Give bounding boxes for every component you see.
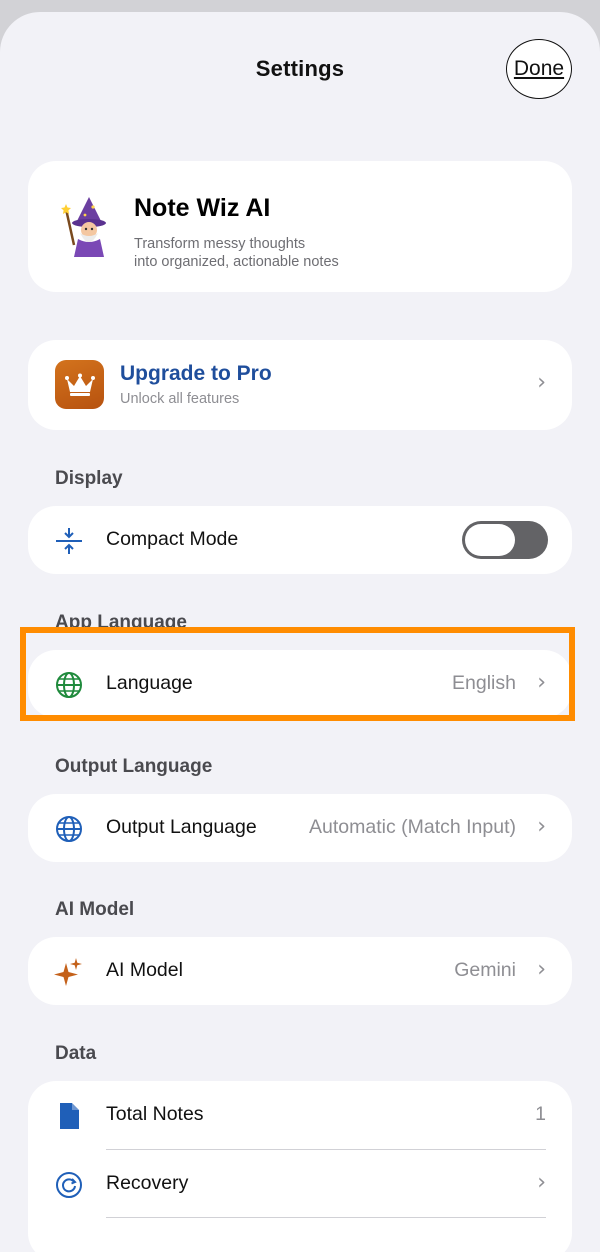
output-language-row[interactable]: Output Language Automatic (Match Input) … [28,794,572,862]
total-notes-row: Total Notes 1 [28,1081,572,1149]
output-language-value: Automatic (Match Input) [309,816,516,838]
language-value: English [452,672,516,694]
app-info-card: Note Wiz AI Transform messy thoughts int… [28,161,572,292]
section-ai-model: AI Model [55,899,135,920]
ai-model-value: Gemini [454,959,516,981]
section-app-language: App Language [55,612,187,633]
output-language-label: Output Language [106,816,257,838]
language-row[interactable]: Language English › [28,650,572,718]
compress-vertical-icon [56,528,82,554]
chevron-right-icon: › [537,957,546,982]
recovery-icon [56,1172,82,1198]
done-button[interactable]: Done [506,39,572,99]
app-name: Note Wiz AI [134,194,271,222]
crown-icon [55,360,104,409]
chevron-right-icon: › [537,814,546,839]
sparkles-icon [54,958,82,986]
compact-mode-toggle[interactable] [462,521,548,559]
total-notes-label: Total Notes [106,1103,204,1125]
upgrade-pro-row[interactable]: Upgrade to Pro Unlock all features › [28,340,572,430]
globe-icon [56,672,82,698]
section-display: Display [55,468,123,489]
data-card: Total Notes 1 Recovery › [28,1081,572,1252]
ai-model-row[interactable]: AI Model Gemini › [28,937,572,1005]
settings-sheet: Settings Done Note Wiz AI Transform mess… [0,12,600,1252]
ai-model-label: AI Model [106,959,183,981]
toggle-knob [465,524,515,556]
recovery-row[interactable]: Recovery › [28,1150,572,1218]
upgrade-subtitle: Unlock all features [120,391,240,407]
compact-mode-label: Compact Mode [106,528,239,550]
section-output-language: Output Language [55,756,213,777]
chevron-right-icon: › [537,1170,546,1195]
wizard-avatar-icon [61,197,106,257]
section-data: Data [55,1043,97,1064]
chevron-right-icon: › [537,670,546,695]
chevron-right-icon: › [537,370,546,395]
globe-icon [56,816,82,842]
recovery-label: Recovery [106,1172,189,1194]
upgrade-title: Upgrade to Pro [120,362,272,385]
row-divider [106,1217,546,1218]
document-icon [60,1103,79,1129]
language-label: Language [106,672,193,694]
app-tagline: Transform messy thoughts into organized,… [134,236,339,270]
compact-mode-row: Compact Mode [28,506,572,574]
total-notes-value: 1 [535,1103,546,1125]
